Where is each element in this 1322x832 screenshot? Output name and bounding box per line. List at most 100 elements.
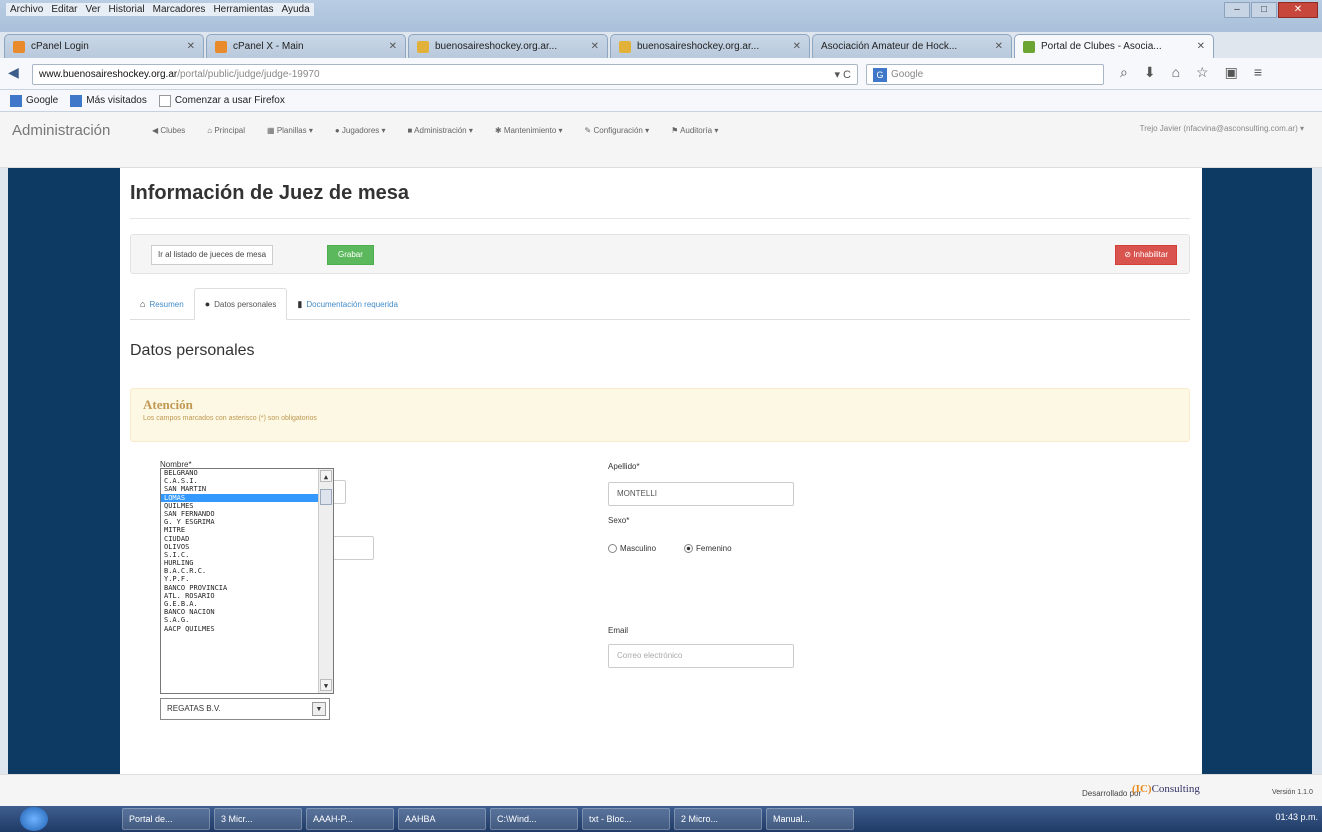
email-input[interactable]: Correo electrónico (608, 644, 794, 668)
nav-item-mantenimiento[interactable]: ✱ Mantenimiento ▾ (495, 126, 563, 135)
taskbar-item[interactable]: txt - Bloc... (582, 808, 670, 830)
club-option[interactable]: QUILMES (161, 502, 319, 510)
menu-ver[interactable]: Ver (85, 4, 100, 15)
document-icon: ▮ (297, 298, 303, 309)
close-tab-icon[interactable]: ✕ (187, 41, 195, 52)
section-title: Datos personales (130, 342, 255, 359)
search-icon[interactable]: ⌕ (1120, 64, 1128, 81)
tab-label: cPanel Login (31, 41, 89, 52)
club-dropdown-list[interactable]: BELGRANO C.A.S.I. SAN MARTIN LOMAS QUILM… (160, 468, 334, 694)
bookmark-google[interactable]: Google (10, 94, 58, 107)
menu-ayuda[interactable]: Ayuda (281, 4, 309, 15)
club-option[interactable]: BELGRANO (161, 469, 319, 477)
close-icon[interactable]: ✕ (1278, 2, 1318, 18)
nav-item-planillas[interactable]: ▦ Planillas ▾ (267, 126, 313, 135)
club-option[interactable]: Y.P.F. (161, 575, 319, 583)
scroll-thumb[interactable] (320, 489, 332, 505)
club-option-highlighted[interactable]: LOMAS (161, 493, 319, 502)
back-arrow-icon[interactable]: ◀ (8, 64, 28, 84)
nav-item-auditoria[interactable]: ⚑ Auditoría ▾ (671, 126, 718, 135)
close-tab-icon[interactable]: ✕ (1197, 41, 1205, 52)
home-icon[interactable]: ⌂ (1172, 64, 1180, 81)
save-button[interactable]: Grabar (327, 245, 374, 265)
sex-male-radio[interactable]: Masculino (608, 544, 656, 553)
club-list-scrollbar[interactable]: ▲ ▼ (318, 469, 333, 693)
club-option[interactable]: S.I.C. (161, 551, 319, 559)
user-menu[interactable]: Trejo Javier (nfacvina@asconsulting.com.… (1140, 124, 1304, 133)
taskbar-item[interactable]: AAAH-P... (306, 808, 394, 830)
tab-datos-personales[interactable]: ● Datos personales (193, 288, 288, 320)
club-select[interactable]: REGATAS B.V. ▼ (160, 698, 330, 720)
start-button[interactable] (20, 807, 48, 831)
menu-marcadores[interactable]: Marcadores (153, 4, 206, 15)
bookmark-most-visited[interactable]: Más visitados (70, 94, 147, 107)
club-option[interactable]: SAN MARTIN (161, 485, 319, 493)
club-option[interactable]: C.A.S.I. (161, 477, 319, 485)
club-option[interactable]: ATL. ROSARIO (161, 592, 319, 600)
close-tab-icon[interactable]: ✕ (793, 41, 801, 52)
taskbar-item[interactable]: Portal de... (122, 808, 210, 830)
last-name-input[interactable]: MONTELLI (608, 482, 794, 506)
nav-item-jugadores[interactable]: ● Jugadores ▾ (335, 126, 386, 135)
url-host: www.buenosaireshockey.org.ar (39, 69, 178, 80)
browser-tab[interactable]: buenosaireshockey.org.ar... ✕ (610, 34, 810, 58)
browser-tab[interactable]: Asociación Amateur de Hock... ✕ (812, 34, 1012, 58)
alert-text: Los campos marcados con asterisco (*) so… (143, 415, 317, 422)
scroll-up-icon[interactable]: ▲ (320, 470, 332, 482)
nav-item-principal[interactable]: ⌂ Principal (207, 126, 245, 135)
browser-tab[interactable]: cPanel Login ✕ (4, 34, 204, 58)
close-tab-icon[interactable]: ✕ (995, 41, 1003, 52)
app-brand[interactable]: Administración (12, 122, 142, 139)
star-icon[interactable]: ☆ (1196, 64, 1209, 81)
club-option[interactable]: HURLING (161, 559, 319, 567)
close-tab-icon[interactable]: ✕ (591, 41, 599, 52)
taskbar-item[interactable]: 2 Micro... (674, 808, 762, 830)
tab-documentacion[interactable]: ▮ Documentación requerida (287, 288, 408, 320)
club-option[interactable]: SAN FERNANDO (161, 510, 319, 518)
download-icon[interactable]: ⬇ (1144, 64, 1156, 81)
disable-button[interactable]: ⊘ Inhabilitar (1115, 245, 1177, 265)
search-input[interactable]: G Google (866, 64, 1104, 85)
nav-item-configuracion[interactable]: ✎ Configuración ▾ (585, 126, 650, 135)
chevron-down-icon[interactable]: ▼ (312, 702, 326, 716)
club-option[interactable]: BANCO PROVINCIA (161, 584, 319, 592)
email-label: Email (608, 626, 629, 635)
club-option[interactable]: MITRE (161, 526, 319, 534)
club-option[interactable]: BANCO NACION (161, 608, 319, 616)
browser-tab[interactable]: buenosaireshockey.org.ar... ✕ (408, 34, 608, 58)
menu-editar[interactable]: Editar (51, 4, 77, 15)
club-option[interactable]: G.E.B.A. (161, 600, 319, 608)
sex-female-radio[interactable]: Femenino (684, 544, 732, 553)
reload-icon[interactable]: ▾ C (834, 68, 851, 81)
tray-clock[interactable]: 01:43 p.m. (1275, 812, 1318, 822)
maximize-icon[interactable]: □ (1251, 2, 1277, 18)
menu-historial[interactable]: Historial (109, 4, 145, 15)
club-option[interactable]: S.A.G. (161, 616, 319, 624)
taskbar-item[interactable]: 3 Micr... (214, 808, 302, 830)
tab-resumen[interactable]: ⌂ Resumen (130, 288, 194, 320)
club-option[interactable]: OLIVOS (161, 543, 319, 551)
taskbar-item[interactable]: Manual... (766, 808, 854, 830)
club-option[interactable]: AACP QUILMES (161, 625, 319, 633)
club-option[interactable]: B.A.C.R.C. (161, 567, 319, 575)
url-bar[interactable]: www.buenosaireshockey.org.ar/portal/publ… (32, 64, 858, 85)
consulting-logo[interactable]: (IC)Consulting (1132, 783, 1200, 795)
club-option[interactable]: G. Y ESGRIMA (161, 518, 319, 526)
scroll-down-icon[interactable]: ▼ (320, 679, 332, 691)
taskbar-item[interactable]: C:\Wind... (490, 808, 578, 830)
menu-herramientas[interactable]: Herramientas (213, 4, 273, 15)
action-toolbar: Ir al listado de jueces de mesa Grabar ⊘… (130, 234, 1190, 274)
menu-archivo[interactable]: Archivo (10, 4, 43, 15)
back-to-list-button[interactable]: Ir al listado de jueces de mesa (151, 245, 274, 265)
browser-tab[interactable]: cPanel X - Main ✕ (206, 34, 406, 58)
nav-item-clubes[interactable]: ◀ Clubes (152, 126, 185, 135)
nav-item-administracion[interactable]: ■ Administración ▾ (408, 126, 473, 135)
bookmark-firefox[interactable]: Comenzar a usar Firefox (158, 94, 285, 107)
club-option[interactable]: CIUDAD (161, 535, 319, 543)
menu-icon[interactable]: ≡ (1254, 64, 1262, 81)
minimize-icon[interactable]: – (1224, 2, 1250, 18)
taskbar-item[interactable]: AAHBA (398, 808, 486, 830)
browser-tab-active[interactable]: Portal de Clubes - Asocia... ✕ (1014, 34, 1214, 58)
close-tab-icon[interactable]: ✕ (389, 41, 397, 52)
bookmarks-icon[interactable]: ▣ (1225, 64, 1238, 81)
